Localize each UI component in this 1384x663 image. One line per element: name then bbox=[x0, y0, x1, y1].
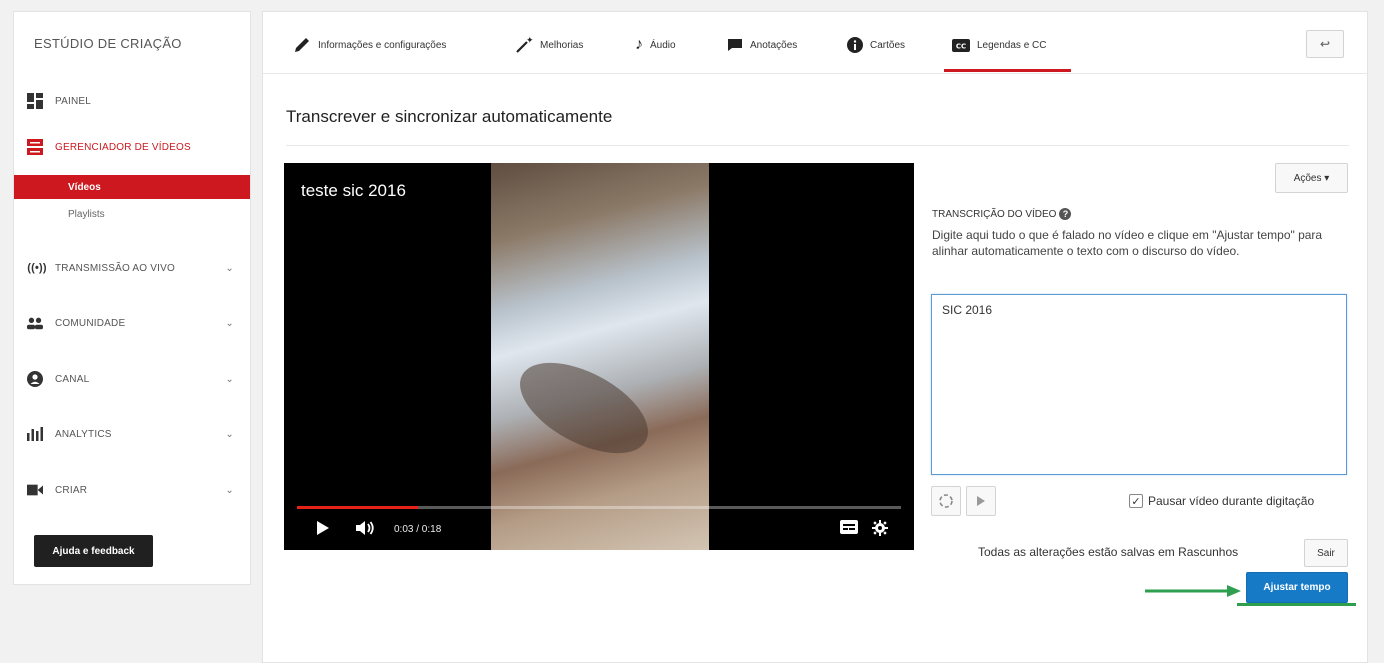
annotation-icon bbox=[727, 38, 743, 52]
reload-button[interactable] bbox=[931, 486, 961, 516]
chevron-down-icon[interactable]: ⌄ bbox=[225, 429, 234, 440]
sidebar-item-label: PAINEL bbox=[55, 95, 92, 107]
sidebar-item-analytics[interactable]: ANALYTICS ⌄ bbox=[14, 423, 250, 445]
help-icon[interactable]: ? bbox=[1059, 208, 1072, 220]
transcript-label: TRANSCRIÇÃO DO VÍDEO ? bbox=[932, 208, 1072, 220]
video-progress-bar[interactable] bbox=[297, 506, 901, 509]
sidebar-item-label: ANALYTICS bbox=[55, 428, 112, 440]
analytics-icon bbox=[27, 426, 43, 442]
gear-icon bbox=[872, 520, 888, 536]
sidebar-item-label: COMUNIDADE bbox=[55, 317, 126, 329]
sidebar-item-community[interactable]: COMUNIDADE ⌄ bbox=[14, 312, 250, 334]
play-segment-button[interactable] bbox=[966, 486, 996, 516]
pencil-icon bbox=[293, 36, 311, 54]
play-button[interactable] bbox=[316, 520, 330, 536]
annotation-arrow-icon bbox=[1145, 585, 1241, 597]
video-player[interactable]: teste sic 2016 0:03 / 0:18 bbox=[284, 163, 914, 550]
play-icon bbox=[317, 521, 329, 535]
dashboard-icon bbox=[27, 93, 43, 109]
tab-audio[interactable]: ♪ Áudio bbox=[635, 34, 676, 56]
community-icon bbox=[27, 315, 43, 331]
page-title: Transcrever e sincronizar automaticament… bbox=[286, 107, 613, 126]
save-status-text: Todas as alterações estão salvas em Rasc… bbox=[978, 545, 1239, 559]
tab-label: Informações e configurações bbox=[318, 39, 447, 51]
music-note-icon: ♪ bbox=[635, 36, 643, 53]
help-feedback-button[interactable]: Ajuda e feedback bbox=[34, 535, 153, 567]
volume-button[interactable] bbox=[356, 520, 376, 536]
volume-icon bbox=[356, 521, 374, 535]
sidebar-item-label: TRANSMISSÃO AO VIVO bbox=[55, 262, 175, 274]
exit-button[interactable]: Sair bbox=[1304, 539, 1348, 567]
magic-wand-icon: ✦ bbox=[515, 36, 533, 54]
sidebar-item-video-manager[interactable]: GERENCIADOR DE VÍDEOS bbox=[14, 136, 250, 158]
tab-annotations[interactable]: Anotações bbox=[727, 34, 797, 56]
sidebar-item-label: CANAL bbox=[55, 373, 90, 385]
active-tab-indicator bbox=[944, 69, 1071, 72]
tab-cards[interactable]: Cartões bbox=[847, 34, 905, 56]
refresh-icon bbox=[939, 494, 953, 508]
chevron-down-icon[interactable]: ⌄ bbox=[225, 485, 234, 496]
subtitles-icon bbox=[840, 520, 858, 534]
main-panel: Informações e configurações ✦ Melhorias … bbox=[262, 11, 1368, 663]
sidebar-subitem-videos[interactable]: Vídeos bbox=[14, 175, 250, 199]
tab-label: Legendas e CC bbox=[977, 39, 1047, 51]
play-icon bbox=[977, 496, 985, 506]
divider bbox=[286, 145, 1349, 146]
tab-label: Cartões bbox=[870, 39, 906, 51]
sidebar-item-live[interactable]: ((•)) TRANSMISSÃO AO VIVO ⌄ bbox=[14, 257, 250, 279]
tab-label: Áudio bbox=[650, 39, 676, 51]
tab-label: Anotações bbox=[750, 39, 798, 51]
video-title: teste sic 2016 bbox=[301, 181, 406, 200]
adjust-timing-button[interactable]: Ajustar tempo bbox=[1246, 572, 1348, 603]
camera-icon bbox=[27, 482, 43, 498]
svg-text:CC: CC bbox=[956, 42, 966, 50]
settings-button[interactable] bbox=[872, 520, 888, 536]
svg-text:✦: ✦ bbox=[526, 36, 533, 46]
sidebar: ESTÚDIO DE CRIAÇÃO PAINEL GERENCIADOR DE… bbox=[13, 11, 251, 585]
sidebar-item-label: CRIAR bbox=[55, 484, 88, 496]
tab-subtitles-cc[interactable]: CC Legendas e CC bbox=[952, 34, 1047, 56]
sidebar-item-create[interactable]: CRIAR ⌄ bbox=[14, 479, 250, 501]
video-time: 0:03 / 0:18 bbox=[394, 524, 442, 535]
video-progress-fill bbox=[297, 506, 418, 509]
transcript-label-text: TRANSCRIÇÃO DO VÍDEO bbox=[932, 208, 1057, 220]
subtitles-button[interactable] bbox=[840, 520, 858, 534]
chevron-down-icon[interactable]: ⌄ bbox=[225, 318, 234, 329]
video-frame bbox=[491, 163, 709, 550]
transcript-description: Digite aqui tudo o que é falado no vídeo… bbox=[932, 228, 1323, 258]
tab-info-settings[interactable]: Informações e configurações bbox=[293, 34, 446, 56]
sidebar-item-painel[interactable]: PAINEL bbox=[14, 90, 250, 112]
info-icon bbox=[847, 37, 863, 53]
pause-checkbox-label: Pausar vídeo durante digitação bbox=[1148, 494, 1315, 508]
video-manager-icon bbox=[27, 139, 43, 155]
sidebar-subitem-playlists[interactable]: Playlists bbox=[14, 202, 250, 226]
chevron-down-icon[interactable]: ⌄ bbox=[225, 263, 234, 274]
back-button[interactable]: ↩ bbox=[1306, 30, 1344, 58]
transcript-textarea[interactable]: SIC 2016 bbox=[931, 294, 1347, 475]
sidebar-item-label: GERENCIADOR DE VÍDEOS bbox=[55, 141, 191, 153]
broadcast-icon: ((•)) bbox=[27, 262, 47, 274]
tab-bar: Informações e configurações ✦ Melhorias … bbox=[263, 12, 1367, 74]
tab-label: Melhorias bbox=[540, 39, 584, 51]
chevron-down-icon[interactable]: ⌄ bbox=[225, 374, 234, 385]
actions-dropdown[interactable]: Ações ▾ bbox=[1275, 163, 1348, 193]
channel-icon bbox=[27, 371, 43, 387]
tab-enhancements[interactable]: ✦ Melhorias bbox=[515, 34, 583, 56]
cc-icon: CC bbox=[952, 38, 970, 52]
annotation-underline bbox=[1237, 603, 1356, 606]
sidebar-item-channel[interactable]: CANAL ⌄ bbox=[14, 368, 250, 390]
studio-title: ESTÚDIO DE CRIAÇÃO bbox=[34, 36, 182, 51]
pause-checkbox[interactable]: ✓ bbox=[1129, 494, 1143, 508]
pause-while-typing-option[interactable]: ✓ Pausar vídeo durante digitação bbox=[1129, 494, 1314, 508]
